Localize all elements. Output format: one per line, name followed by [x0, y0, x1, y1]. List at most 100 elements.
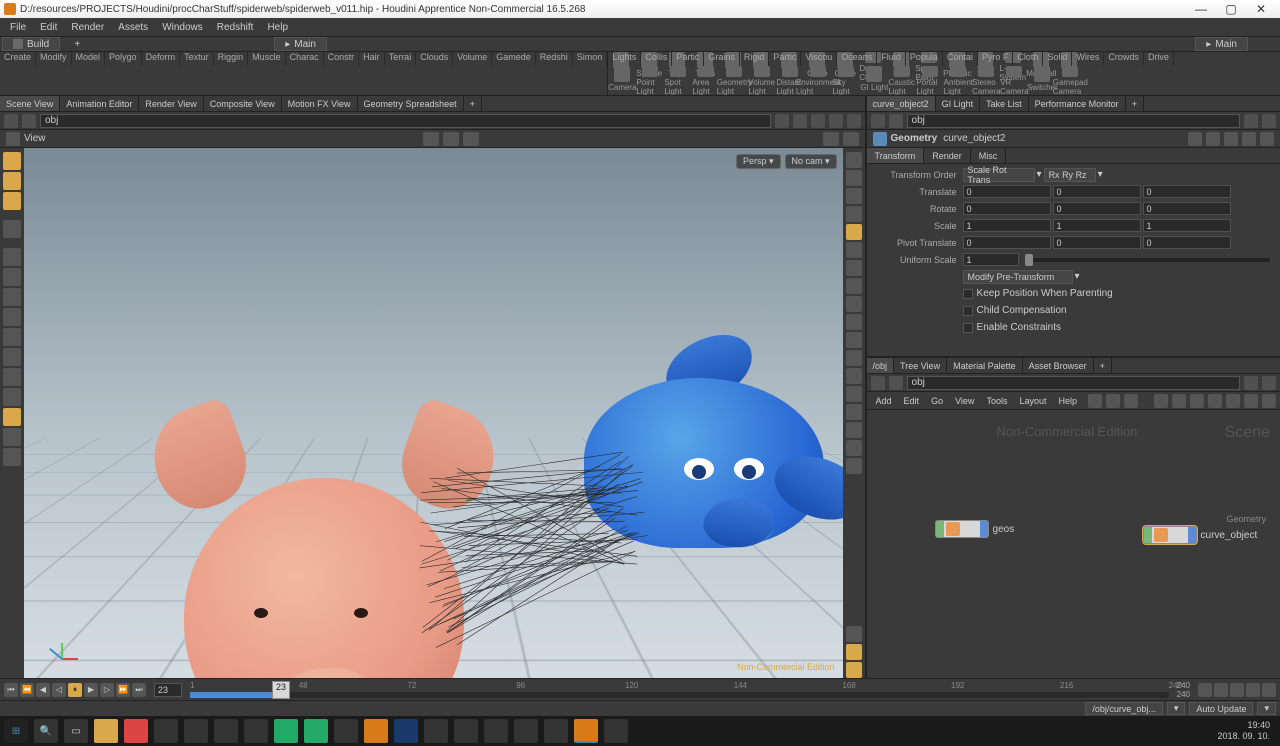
desktop-main-left[interactable]: ▸ Main — [274, 37, 327, 51]
shelf-tool[interactable]: Geometry Light — [720, 66, 748, 95]
shelf-tab[interactable]: Crowds — [1104, 52, 1144, 66]
tool-j[interactable] — [3, 428, 21, 446]
chrome-icon[interactable] — [124, 719, 148, 743]
tool-move[interactable] — [3, 220, 21, 238]
vp-opt-2[interactable] — [843, 132, 859, 146]
shelf-tab[interactable]: Modify — [36, 52, 72, 66]
tool-view[interactable] — [3, 152, 21, 170]
app-7[interactable] — [334, 719, 358, 743]
net-add[interactable]: Add — [871, 396, 897, 406]
tab-perf-mon[interactable]: Performance Monitor — [1029, 96, 1126, 111]
path-input-rt[interactable] — [907, 114, 1240, 128]
shelf-tab[interactable]: Partic — [769, 52, 801, 66]
status-auto-update[interactable]: Auto Update — [1189, 702, 1253, 715]
tab-transform[interactable]: Transform — [867, 148, 925, 163]
tab-curve-obj[interactable]: curve_object2 — [867, 96, 936, 111]
viewport-3d[interactable]: Persp ▾ No cam ▾ — [24, 148, 843, 678]
tool-e[interactable] — [3, 328, 21, 346]
app-9[interactable] — [454, 719, 478, 743]
info-icon[interactable] — [1260, 132, 1274, 146]
app-10[interactable] — [484, 719, 508, 743]
tool-a[interactable] — [3, 248, 21, 266]
menu-help[interactable]: Help — [261, 22, 294, 33]
shelf-tab[interactable]: Grains — [704, 52, 740, 66]
net-path-input[interactable] — [907, 376, 1240, 390]
shelf-tool[interactable]: Volume Light — [748, 66, 776, 95]
shelf-tab[interactable]: Clouds — [416, 52, 453, 66]
timeline-track[interactable]: 1487296120144168192216240 23 — [190, 681, 1169, 699]
menu-file[interactable]: File — [4, 22, 32, 33]
tab-asset-browser[interactable]: Asset Browser — [1023, 358, 1094, 373]
disp-n[interactable] — [846, 386, 862, 402]
net-b3[interactable] — [1124, 394, 1138, 408]
sel-srt[interactable]: Scale Rot Trans — [963, 168, 1035, 182]
scale-z[interactable] — [1143, 219, 1231, 232]
shelf-tool[interactable]: Sky Light — [832, 66, 860, 95]
shelf-tab[interactable]: Collis — [641, 52, 672, 66]
shelf-tab[interactable]: Textur — [180, 52, 214, 66]
system-clock[interactable]: 19:40 2018. 09. 10. — [1217, 720, 1276, 742]
disp-c[interactable] — [846, 188, 862, 204]
disp-m[interactable] — [846, 368, 862, 384]
shelf-tab[interactable]: Wires — [1072, 52, 1104, 66]
disp-q[interactable] — [846, 440, 862, 456]
shelf-tab[interactable]: Constr — [324, 52, 360, 66]
net-view[interactable]: View — [950, 396, 979, 406]
translate-y[interactable] — [1053, 185, 1141, 198]
help-icon[interactable] — [1242, 132, 1256, 146]
pivot-y[interactable] — [1053, 236, 1141, 249]
range-end-bot[interactable]: 240 — [1177, 690, 1190, 699]
path-pin[interactable] — [775, 114, 789, 128]
houdini-icon[interactable] — [364, 719, 388, 743]
tab-add-rb[interactable]: + — [1094, 358, 1112, 373]
disp-r[interactable] — [846, 458, 862, 474]
path-opt3[interactable] — [829, 114, 843, 128]
pivot-z[interactable] — [1143, 236, 1231, 249]
tool-i[interactable] — [3, 408, 21, 426]
disp-p[interactable] — [846, 422, 862, 438]
tool-d[interactable] — [3, 308, 21, 326]
app-8[interactable] — [424, 719, 448, 743]
tool-select[interactable] — [3, 172, 21, 190]
tab-add-left[interactable]: + — [464, 96, 482, 111]
shelf-tab[interactable]: Redshi — [536, 52, 573, 66]
path-opt4[interactable] — [847, 114, 861, 128]
tl-last[interactable]: ⏭ — [132, 683, 146, 697]
disp-h[interactable] — [846, 278, 862, 294]
net-pin[interactable] — [1244, 376, 1258, 390]
tab-geo-spread[interactable]: Geometry Spreadsheet — [358, 96, 464, 111]
disp-f[interactable] — [846, 242, 862, 258]
shelf-tool[interactable]: GI Light — [860, 66, 888, 95]
task-view-icon[interactable]: ▭ — [64, 719, 88, 743]
app-12[interactable] — [604, 719, 628, 743]
snap-1[interactable] — [423, 132, 439, 146]
tab-anim-editor[interactable]: Animation Editor — [60, 96, 139, 111]
net-back[interactable] — [871, 376, 885, 390]
disp-shade[interactable] — [846, 662, 862, 678]
shelf-tool[interactable]: Camera — [608, 66, 636, 95]
nav-home[interactable] — [22, 114, 36, 128]
shelf-tab[interactable]: Oceans — [837, 52, 877, 66]
net-layout[interactable]: Layout — [1014, 396, 1051, 406]
current-frame[interactable]: 23 — [154, 683, 182, 697]
nav-back-rt[interactable] — [871, 114, 885, 128]
disp-b[interactable] — [846, 170, 862, 186]
close-button[interactable]: ✕ — [1246, 0, 1276, 18]
scale-y[interactable] — [1053, 219, 1141, 232]
rotate-z[interactable] — [1143, 202, 1231, 215]
tab-gi-light[interactable]: GI Light — [936, 96, 981, 111]
disp-j[interactable] — [846, 314, 862, 330]
shelf-tab[interactable]: Terrai — [385, 52, 417, 66]
path-opt2[interactable] — [811, 114, 825, 128]
path-opt-rt[interactable] — [1262, 114, 1276, 128]
shelf-tab[interactable]: Contai — [943, 52, 978, 66]
tool-region[interactable] — [3, 192, 21, 210]
cb-constraints[interactable] — [963, 323, 973, 333]
net-b8[interactable] — [1226, 394, 1240, 408]
tl-opt1[interactable] — [1198, 683, 1212, 697]
desktop-main-right[interactable]: ▸ Main — [1195, 37, 1248, 51]
menu-windows[interactable]: Windows — [156, 22, 209, 33]
tl-opt2[interactable] — [1214, 683, 1228, 697]
tab-motion-fx[interactable]: Motion FX View — [282, 96, 358, 111]
rotate-y[interactable] — [1053, 202, 1141, 215]
